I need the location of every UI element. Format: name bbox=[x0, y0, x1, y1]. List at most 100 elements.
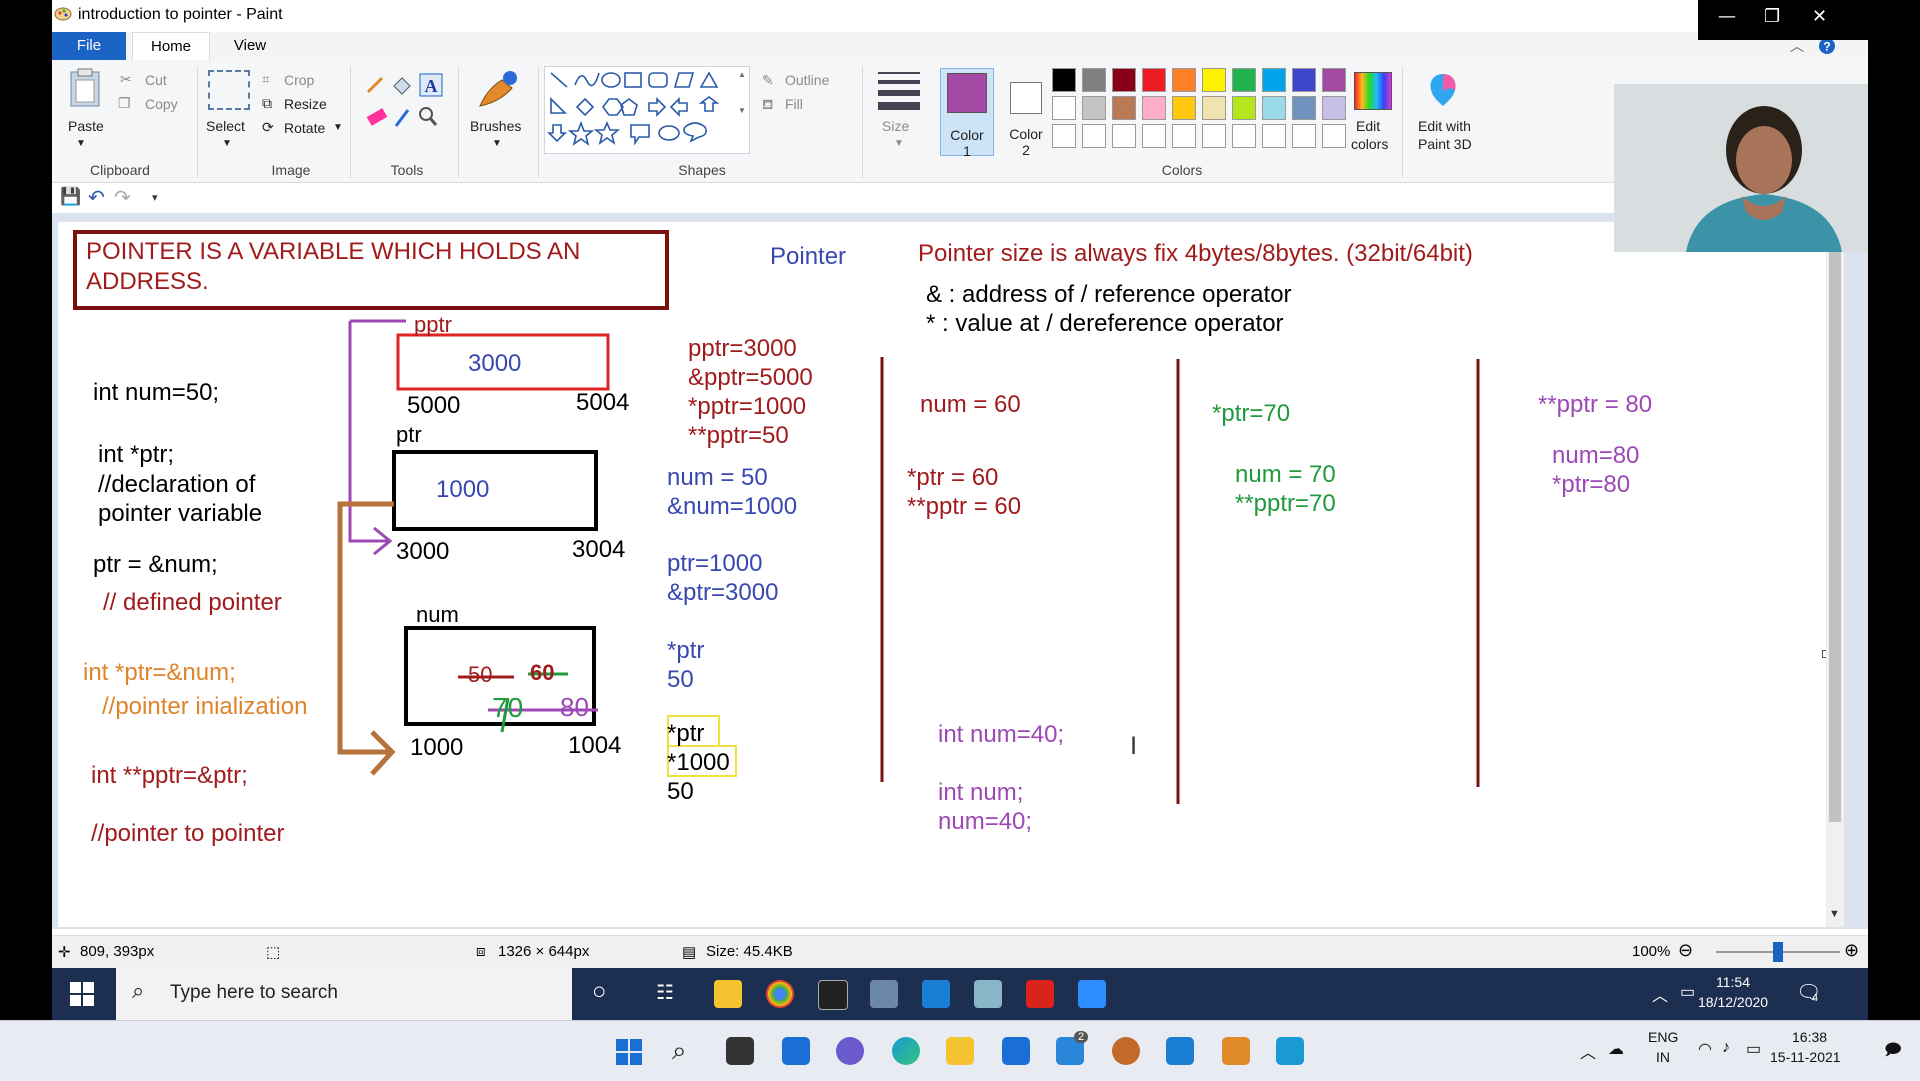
battery-icon[interactable]: ▭ bbox=[1680, 982, 1695, 1002]
brushes-button[interactable]: Brushes bbox=[470, 118, 521, 134]
host-minimize-icon[interactable]: — bbox=[1718, 6, 1736, 27]
vertical-scrollbar[interactable]: ▼ bbox=[1826, 222, 1844, 927]
size-dropdown-icon[interactable]: ▼ bbox=[894, 138, 904, 149]
tab-file[interactable]: File bbox=[52, 32, 126, 60]
host-start-icon[interactable] bbox=[616, 1039, 642, 1065]
scroll-down-icon[interactable]: ▼ bbox=[1829, 908, 1840, 920]
shapes-scroll-up-icon[interactable]: ▲ bbox=[738, 70, 746, 79]
file-explorer-icon[interactable] bbox=[714, 980, 742, 1008]
rotate-dropdown-icon[interactable]: ▼ bbox=[333, 122, 343, 133]
palette-swatch[interactable] bbox=[1232, 96, 1256, 120]
palette-swatch[interactable] bbox=[1232, 68, 1256, 92]
tab-view[interactable]: View bbox=[212, 32, 288, 60]
palette-swatch-empty[interactable] bbox=[1172, 124, 1196, 148]
host-cloud-icon[interactable]: ☁ bbox=[1608, 1039, 1624, 1059]
palette-swatch[interactable] bbox=[1172, 68, 1196, 92]
host-volume-icon[interactable]: ♪ bbox=[1722, 1039, 1730, 1057]
vscode-icon[interactable] bbox=[922, 980, 950, 1008]
edit-colors-button-a[interactable]: Edit bbox=[1356, 118, 1380, 134]
palette-swatch[interactable] bbox=[1292, 68, 1316, 92]
outline-button[interactable]: Outline bbox=[785, 72, 829, 88]
paste-button[interactable]: Paste bbox=[68, 118, 104, 134]
palette-swatch[interactable] bbox=[1292, 96, 1316, 120]
brushes-dropdown-icon[interactable]: ▼ bbox=[492, 138, 502, 149]
palette-swatch-empty[interactable] bbox=[1232, 124, 1256, 148]
zoom-in-icon[interactable]: ⊕ bbox=[1844, 940, 1859, 961]
acrobat-icon[interactable] bbox=[1026, 980, 1054, 1008]
host-search-icon[interactable]: ⌕ bbox=[672, 1035, 687, 1067]
palette-swatch-empty[interactable] bbox=[1082, 124, 1106, 148]
cortana-icon[interactable]: ○ bbox=[592, 978, 607, 1006]
chrome-icon[interactable] bbox=[766, 980, 794, 1008]
select-icon[interactable] bbox=[208, 70, 250, 110]
palette-swatch-empty[interactable] bbox=[1322, 124, 1346, 148]
notepad-icon[interactable] bbox=[974, 980, 1002, 1008]
taskbar-search-box[interactable]: ⌕ Type here to search bbox=[116, 968, 572, 1020]
palette-swatch[interactable] bbox=[1112, 96, 1136, 120]
shapes-gallery[interactable] bbox=[544, 66, 750, 154]
palette-swatch[interactable] bbox=[1052, 68, 1076, 92]
color2-button[interactable]: Color 2 bbox=[1000, 68, 1052, 158]
edit-colors-button-b[interactable]: colors bbox=[1351, 136, 1388, 152]
zoom-slider-thumb[interactable] bbox=[1773, 942, 1783, 962]
palette-swatch[interactable] bbox=[1322, 96, 1346, 120]
host-app2-icon[interactable] bbox=[1222, 1037, 1250, 1065]
host-edge-icon[interactable] bbox=[892, 1037, 920, 1065]
host-chat-icon[interactable] bbox=[836, 1037, 864, 1065]
edit-paint3d-button-a[interactable]: Edit with bbox=[1418, 118, 1471, 134]
windows-start-icon[interactable] bbox=[70, 982, 94, 1006]
host-tray-up-icon[interactable]: ︿ bbox=[1580, 1039, 1596, 1063]
zoom-out-icon[interactable]: ⊖ bbox=[1678, 940, 1693, 961]
host-notification-icon[interactable]: 🗩 bbox=[1884, 1039, 1902, 1066]
palette-swatch[interactable] bbox=[1082, 96, 1106, 120]
palette-swatch-empty[interactable] bbox=[1262, 124, 1286, 148]
fill-button[interactable]: Fill bbox=[785, 96, 803, 112]
rotate-button[interactable]: Rotate bbox=[284, 120, 325, 136]
paint3d-icon[interactable] bbox=[1426, 70, 1460, 110]
undo-icon[interactable]: ↶ bbox=[88, 185, 105, 210]
palette-swatch[interactable] bbox=[1112, 68, 1136, 92]
edit-colors-icon[interactable] bbox=[1354, 72, 1392, 110]
palette-swatch[interactable] bbox=[1142, 68, 1166, 92]
host-vscode-icon[interactable] bbox=[1166, 1037, 1194, 1065]
palette-swatch[interactable] bbox=[1052, 96, 1076, 120]
palette-swatch[interactable] bbox=[1082, 68, 1106, 92]
resize-button[interactable]: Resize bbox=[284, 96, 327, 112]
terminal-icon[interactable] bbox=[818, 980, 848, 1010]
palette-swatch[interactable] bbox=[1262, 96, 1286, 120]
crop-button[interactable]: Crop bbox=[284, 72, 314, 88]
scrollbar-thumb[interactable] bbox=[1829, 252, 1841, 822]
palette-swatch[interactable] bbox=[1142, 96, 1166, 120]
host-wifi-icon[interactable]: ◠ bbox=[1698, 1039, 1712, 1059]
shapes-scroll-down-icon[interactable]: ▼ bbox=[738, 106, 746, 115]
host-close-icon[interactable]: ✕ bbox=[1812, 6, 1827, 27]
customize-qat-icon[interactable]: ▾ bbox=[152, 191, 158, 204]
color1-button[interactable]: Color 1 bbox=[940, 68, 994, 159]
select-button[interactable]: Select bbox=[206, 118, 245, 134]
save-icon[interactable]: 💾 bbox=[60, 187, 81, 207]
host-battery-icon[interactable]: ▭ bbox=[1746, 1039, 1761, 1059]
edit-paint3d-button-b[interactable]: Paint 3D bbox=[1418, 136, 1472, 152]
size-icon[interactable] bbox=[876, 70, 922, 110]
palette-swatch[interactable] bbox=[1202, 68, 1226, 92]
palette-swatch[interactable] bbox=[1322, 68, 1346, 92]
palette-swatch-empty[interactable] bbox=[1142, 124, 1166, 148]
host-explorer-icon[interactable] bbox=[946, 1037, 974, 1065]
host-restore-icon[interactable]: ❐ bbox=[1764, 6, 1780, 27]
paint-taskbar-icon[interactable] bbox=[870, 980, 898, 1008]
palette-swatch-empty[interactable] bbox=[1052, 124, 1076, 148]
cut-button[interactable]: Cut bbox=[145, 72, 167, 88]
brushes-icon[interactable] bbox=[476, 68, 522, 112]
palette-swatch-empty[interactable] bbox=[1292, 124, 1316, 148]
host-video-icon[interactable] bbox=[1276, 1037, 1304, 1065]
palette-swatch[interactable] bbox=[1172, 96, 1196, 120]
host-store-icon[interactable] bbox=[1002, 1037, 1030, 1065]
host-lang-2[interactable]: IN bbox=[1656, 1049, 1670, 1065]
host-widgets-icon[interactable] bbox=[782, 1037, 810, 1065]
tab-home[interactable]: Home bbox=[132, 32, 210, 61]
palette-swatch[interactable] bbox=[1202, 96, 1226, 120]
tray-up-icon[interactable]: ︿ bbox=[1652, 982, 1668, 1006]
host-lang-1[interactable]: ENG bbox=[1648, 1029, 1678, 1045]
zoom-app-icon[interactable] bbox=[1078, 980, 1106, 1008]
task-view-icon[interactable]: ☷ bbox=[656, 980, 674, 1005]
